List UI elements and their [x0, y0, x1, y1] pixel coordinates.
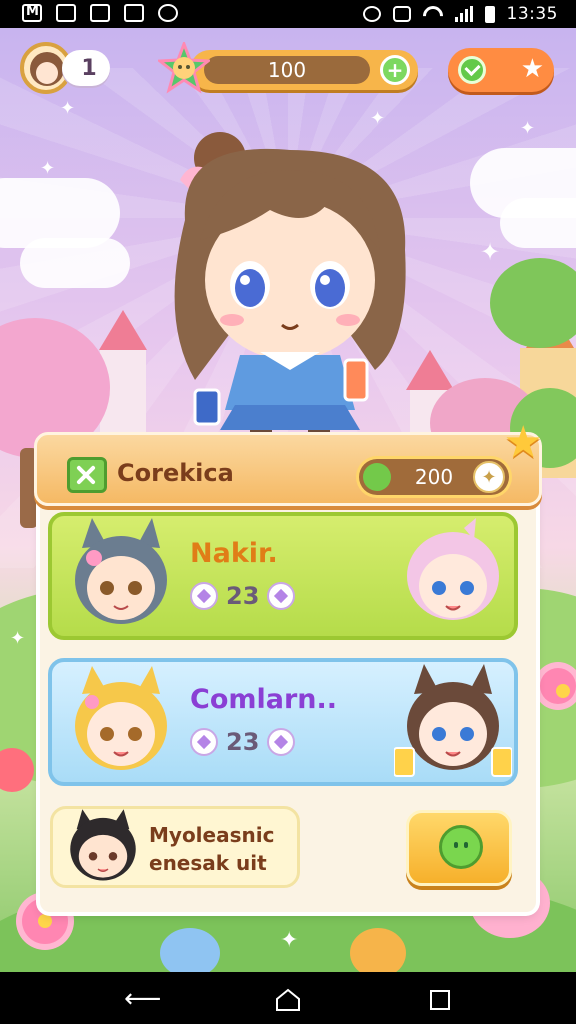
blonde-cat-girl-portrait-icon: [62, 664, 180, 782]
mission-text: Myoleasnic enesak uit: [149, 823, 275, 875]
pink-hair-boy-portrait-icon: [394, 518, 512, 636]
circle-app-icon: [158, 4, 178, 22]
gem-icon: [267, 728, 296, 756]
gallery-icon: [56, 4, 76, 22]
recents-icon[interactable]: [430, 990, 450, 1010]
navigation-bar: ⟵: [0, 972, 576, 1024]
character-card-2[interactable]: Comlarn.. 23: [48, 658, 518, 786]
status-bar: 13:35: [0, 0, 576, 28]
go-button[interactable]: [406, 810, 512, 886]
wifi-icon: [423, 6, 443, 22]
star-emblem-icon: [155, 39, 213, 94]
close-x-icon[interactable]: [67, 457, 107, 493]
black-hair-portrait-icon: [61, 805, 145, 889]
currency-value: 200: [414, 465, 454, 489]
panel-title: Corekica: [117, 459, 234, 487]
gem-icon: [190, 582, 218, 610]
character-stat: 23: [190, 582, 296, 610]
gem-icon: [190, 728, 218, 756]
vibrate-icon: [392, 6, 411, 22]
cat-girl-portrait-icon: [62, 518, 180, 636]
character-stat: 23: [190, 728, 296, 756]
character-card-1[interactable]: Nakir. 23: [48, 512, 518, 640]
currency-counter[interactable]: 200 ✦: [359, 459, 509, 495]
panel-header: Corekica 200 ✦ ★: [34, 421, 543, 506]
level-badge: 1: [62, 50, 110, 86]
character-panel: Corekica 200 ✦ ★ Nakir. 23 Comlarn.. 23 …: [34, 421, 543, 912]
signal-icon: [454, 6, 473, 22]
rewards-button[interactable]: ★: [448, 48, 554, 92]
chat-icon: [90, 4, 110, 22]
back-icon[interactable]: ⟵: [124, 986, 161, 1012]
star-icon: ★: [520, 54, 544, 84]
alarm-icon: [362, 6, 381, 22]
clock: 13:35: [506, 4, 558, 24]
coin-bar[interactable]: 100 +: [190, 50, 418, 90]
clipboard-icon: [124, 4, 144, 22]
character-name: Comlarn..: [190, 684, 338, 715]
check-icon: [458, 56, 486, 84]
gem-icon: [267, 582, 296, 610]
corner-star-icon: ★: [503, 417, 543, 468]
brown-hair-cat-girl-portrait-icon: [393, 664, 513, 782]
heart-gem-icon: [363, 463, 391, 491]
gmail-icon: [22, 4, 42, 22]
character-name: Nakir.: [190, 538, 278, 569]
battery-icon: [484, 5, 495, 23]
plus-icon[interactable]: +: [380, 55, 410, 85]
green-blob-icon: [439, 825, 483, 869]
coin-count: 100: [204, 56, 370, 84]
character-card-3[interactable]: Myoleasnic enesak uit: [50, 806, 300, 888]
star-add-icon[interactable]: ✦: [473, 461, 505, 493]
main-character[interactable]: [140, 120, 440, 460]
